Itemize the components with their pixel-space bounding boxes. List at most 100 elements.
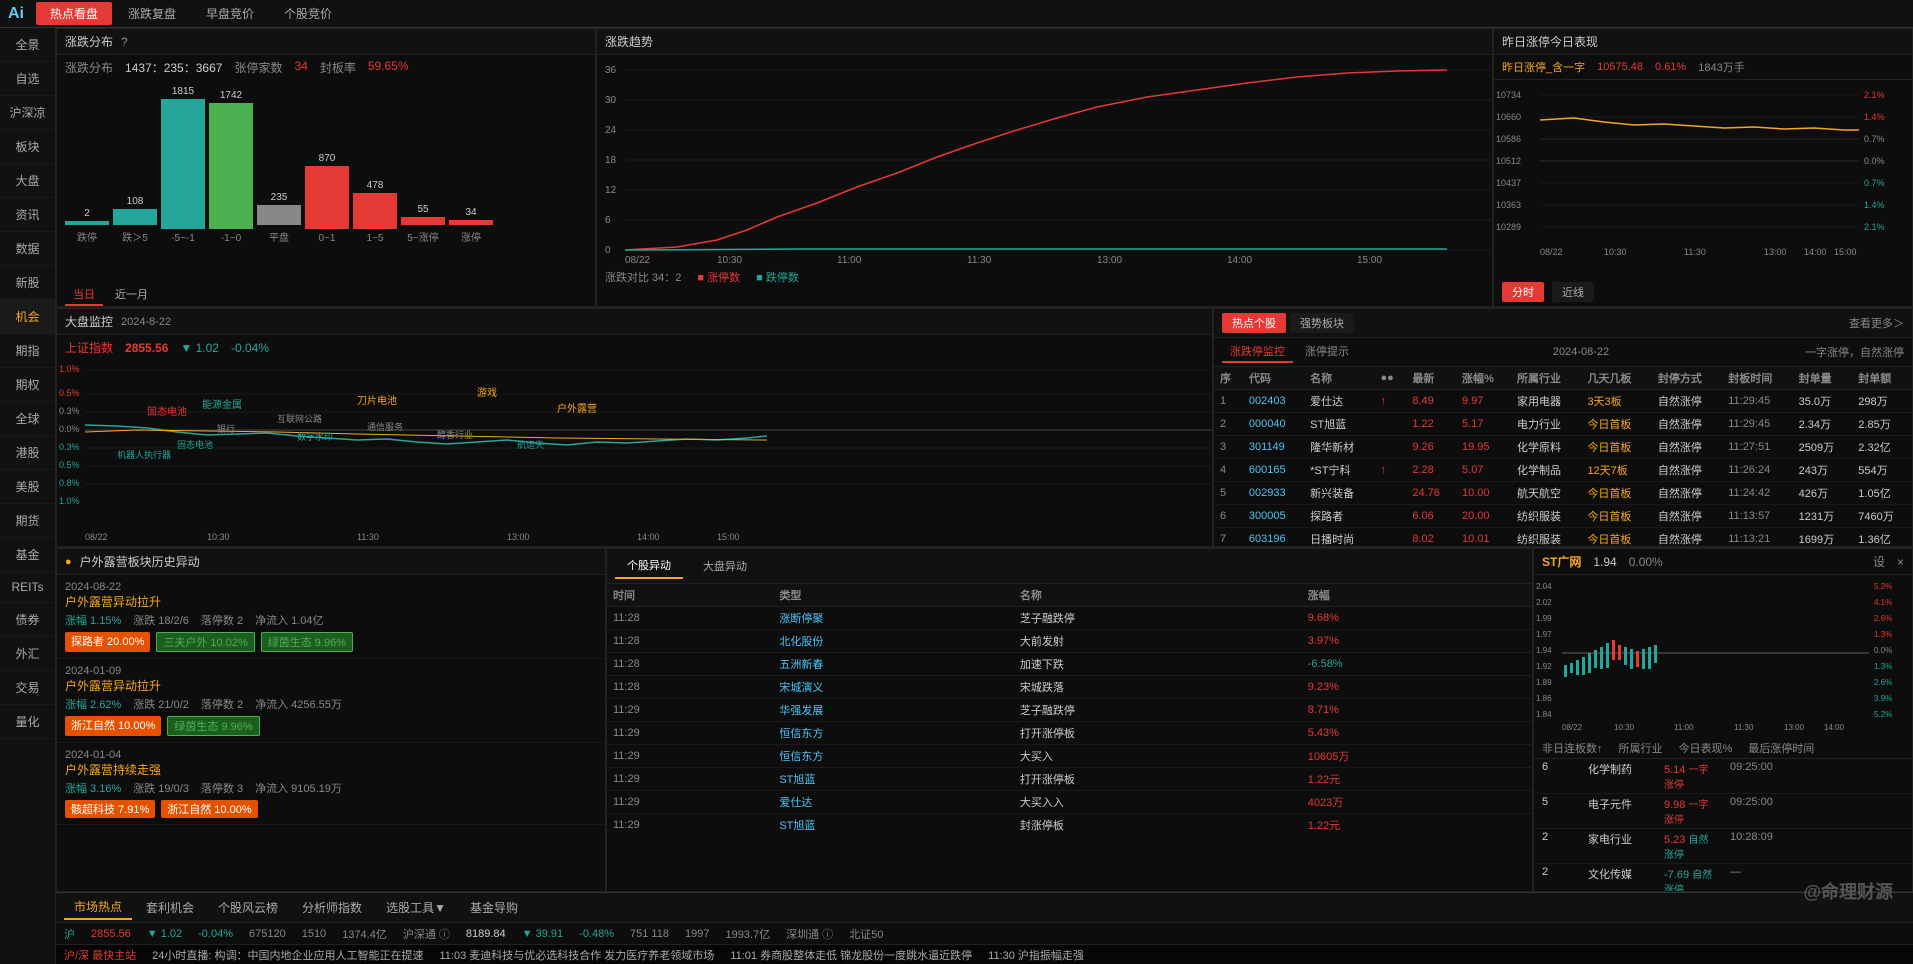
trend-ratio: 涨跌对比 34：2 <box>605 269 681 285</box>
tab-premarket[interactable]: 早盘竞价 <box>192 2 268 25</box>
sidebar-item-ganggu[interactable]: 港股 <box>0 436 55 470</box>
hist-stock-tag[interactable]: 绿茵生态 9.96% <box>261 632 353 652</box>
hotstock-subtab-monitor[interactable]: 涨跌停监控 <box>1222 341 1293 363</box>
status-sh-label: 沪 <box>64 926 75 942</box>
sidebar-item-reits[interactable]: REITs <box>0 572 55 603</box>
sidebar-item-xingu[interactable]: 新股 <box>0 266 55 300</box>
table-row[interactable]: 11:29 ST旭蓝 封涨停板 1.22元 <box>607 814 1532 835</box>
bottom-nav-stock-rank[interactable]: 个股风云榜 <box>208 896 288 919</box>
svg-text:0.0%: 0.0% <box>1874 646 1892 655</box>
abn-tab-individual[interactable]: 个股异动 <box>615 553 683 579</box>
table-row[interactable]: 11:28 涨断停聚 芝子融跌停 9.68% <box>607 607 1532 630</box>
table-row[interactable]: 11:29 华强发展 芝子融跌停 8.71% <box>607 699 1532 722</box>
sidebar-item-bankuai[interactable]: 板块 <box>0 130 55 164</box>
sidebar-item-huliang[interactable]: 沪深凉 <box>0 96 55 130</box>
settings-icon[interactable]: 设 <box>1873 553 1885 570</box>
sidebar-item-jijin[interactable]: 基金 <box>0 538 55 572</box>
table-row[interactable]: 6 300005 探路者 6.06 20.00 纺织服装 今日首板 自然涨停 1… <box>1214 505 1912 528</box>
yesterday-tab-juxian[interactable]: 近线 <box>1552 282 1594 302</box>
table-row[interactable]: 3 301149 隆华新材 9.26 19.95 化学原料 今日首板 自然涨停 … <box>1214 436 1912 459</box>
list-item[interactable]: 2 文化传媒 -7.69 自然涨停 — <box>1534 864 1912 892</box>
ztab-month[interactable]: 近一月 <box>107 284 156 306</box>
svg-text:4.1%: 4.1% <box>1874 598 1892 607</box>
hist-stock-tag[interactable]: 骸超科技 7.91% <box>65 800 155 818</box>
cell-pct: 10.01 <box>1456 528 1511 548</box>
sidebar-item-zixun[interactable]: 资讯 <box>0 198 55 232</box>
hotstock-tab-individual[interactable]: 热点个股 <box>1222 313 1286 333</box>
close-icon[interactable]: × <box>1897 555 1904 569</box>
sidebar-item-zhaiquan[interactable]: 债券 <box>0 603 55 637</box>
hist-stock-tag[interactable]: 绿茵生态 9.96% <box>167 716 259 736</box>
tab-review[interactable]: 涨跌复盘 <box>114 2 190 25</box>
sidebar-item-zixuan[interactable]: 自选 <box>0 62 55 96</box>
sidebar-item-qihuo[interactable]: 期货 <box>0 504 55 538</box>
bottom-nav-arbitrage[interactable]: 套利机会 <box>136 896 204 919</box>
table-row[interactable]: 4 600165 *ST宁科 ↑ 2.28 5.07 化学制品 12天7板 自然… <box>1214 459 1912 482</box>
market-panel: 大盘监控 2024-8-22 上证指数 2855.56 ▼ 1.02 -0.04… <box>56 308 1213 547</box>
table-row[interactable]: 11:28 宋城演义 宋城跌落 9.23% <box>607 676 1532 699</box>
industry-table-header: 非日连板数↑ 所属行业 今日表现% 最后涨停时间 <box>1534 738 1912 759</box>
trend-legend-up: ■ 涨停数 <box>697 269 740 285</box>
sidebar-item-qiquan[interactable]: 期权 <box>0 368 55 402</box>
bottom-nav-selector[interactable]: 选股工具▼ <box>376 896 456 919</box>
sidebar-item-jiaoyi[interactable]: 交易 <box>0 671 55 705</box>
col-name2: 名称 <box>1014 584 1302 607</box>
table-row[interactable]: 11:29 爱仕达 大买入入 4023万 <box>607 791 1532 814</box>
hotstock-filter[interactable]: 一字涨停，自然涨停 <box>1805 344 1904 360</box>
table-row[interactable]: 11:28 五洲新春 加速下跌 -6.58% <box>607 653 1532 676</box>
table-row[interactable]: 11:29 恒信东方 大买入 10605万 <box>607 745 1532 768</box>
zangjie-help-btn[interactable]: ? <box>121 35 128 49</box>
hotstock-subtab-alert[interactable]: 涨停提示 <box>1297 341 1357 363</box>
svg-text:0.5%: 0.5% <box>59 388 80 398</box>
sidebar-item-lianghua[interactable]: 量化 <box>0 705 55 739</box>
sidebar-item-qizhi[interactable]: 期指 <box>0 334 55 368</box>
svg-text:0.0%: 0.0% <box>1864 156 1885 166</box>
hist-ldf: 落停数 3 <box>201 780 243 796</box>
table-row[interactable]: 11:29 ST旭蓝 打开涨停板 1.22元 <box>607 768 1532 791</box>
svg-text:10289: 10289 <box>1496 222 1521 232</box>
table-row[interactable]: 11:29 恒信东方 打开涨停板 5.43% <box>607 722 1532 745</box>
history-items: 2024-08-22 户外露营异动拉升 涨幅 1.15% 涨跌 18/2/6 落… <box>57 575 605 825</box>
hist-stock-tag[interactable]: 三夫户外 10.02% <box>156 632 254 652</box>
table-row[interactable]: 5 002933 新兴装备 24.76 10.00 航天航空 今日首板 自然涨停… <box>1214 482 1912 505</box>
cell-boards: 6 <box>1542 761 1572 791</box>
ztab-today[interactable]: 当日 <box>65 284 103 306</box>
sidebar-item-quanjing[interactable]: 全景 <box>0 28 55 62</box>
hotstock-tab-sector[interactable]: 强势板块 <box>1290 313 1354 333</box>
cell-industry: 化学原料 <box>1511 436 1581 459</box>
sidebar-item-jihui[interactable]: 机会 <box>0 300 55 334</box>
svg-text:2.6%: 2.6% <box>1874 678 1892 687</box>
yesterday-tab-fens[interactable]: 分时 <box>1502 282 1544 302</box>
sidebar-item-waihui[interactable]: 外汇 <box>0 637 55 671</box>
svg-text:能源金属: 能源金属 <box>202 398 242 411</box>
abn-tab-market[interactable]: 大盘异动 <box>691 554 759 578</box>
table-row[interactable]: 2 000040 ST旭蓝 1.22 5.17 电力行业 今日首板 自然涨停 1… <box>1214 413 1912 436</box>
sidebar-item-meigu[interactable]: 美股 <box>0 470 55 504</box>
cell-seq: 1 <box>1214 390 1243 413</box>
hist-zt: 涨跌 19/0/3 <box>133 780 189 796</box>
hist-stock-tag[interactable]: 浙江自然 10.00% <box>161 800 257 818</box>
tab-hotspot[interactable]: 热点看盘 <box>36 2 112 25</box>
table-row[interactable]: 7 603196 日播时尚 8.02 10.01 纺织服装 今日首板 自然涨停 … <box>1214 528 1912 548</box>
bottom-nav-hotspot[interactable]: 市场热点 <box>64 895 132 920</box>
bottom-nav-analyst[interactable]: 分析师指数 <box>292 896 372 919</box>
hist-ljlr: 净流入 1.04亿 <box>255 612 323 628</box>
table-row[interactable]: 11:28 北化股份 大前发射 3.97% <box>607 630 1532 653</box>
hotstock-more[interactable]: 查看更多＞ <box>1849 315 1904 331</box>
sidebar-item-shuju[interactable]: 数据 <box>0 232 55 266</box>
cell-pct: 9.23% <box>1302 676 1532 699</box>
hist-stock-tag[interactable]: 浙江自然 10.00% <box>65 716 161 736</box>
svg-text:通信服务: 通信服务 <box>367 421 403 432</box>
svg-text:银行: 银行 <box>217 423 235 434</box>
hist-stock-tag[interactable]: 探路者 20.00% <box>65 632 150 652</box>
sidebar-item-quanqiu[interactable]: 全球 <box>0 402 55 436</box>
table-row[interactable]: 1 002403 爱仕达 ↑ 8.49 9.97 家用电器 3天3板 自然涨停 … <box>1214 390 1912 413</box>
sidebar-item-dapan[interactable]: 大盘 <box>0 164 55 198</box>
list-item[interactable]: 2 家电行业 5.23 自然涨停 10:28:09 <box>1534 829 1912 864</box>
ticker-item-3: 11:01 券商股整体走低 锦龙股份一度跳水逼近跌停 <box>730 947 972 963</box>
list-item[interactable]: 6 化学制药 5.14 一字涨停 09:25:00 <box>1534 759 1912 794</box>
status-tongda-label: 沪深通 ⓘ <box>403 926 450 942</box>
tab-individual[interactable]: 个股竞价 <box>270 2 346 25</box>
list-item[interactable]: 5 电子元件 9.98 一字涨停 09:25:00 <box>1534 794 1912 829</box>
bottom-nav-fund[interactable]: 基金导购 <box>460 896 528 919</box>
